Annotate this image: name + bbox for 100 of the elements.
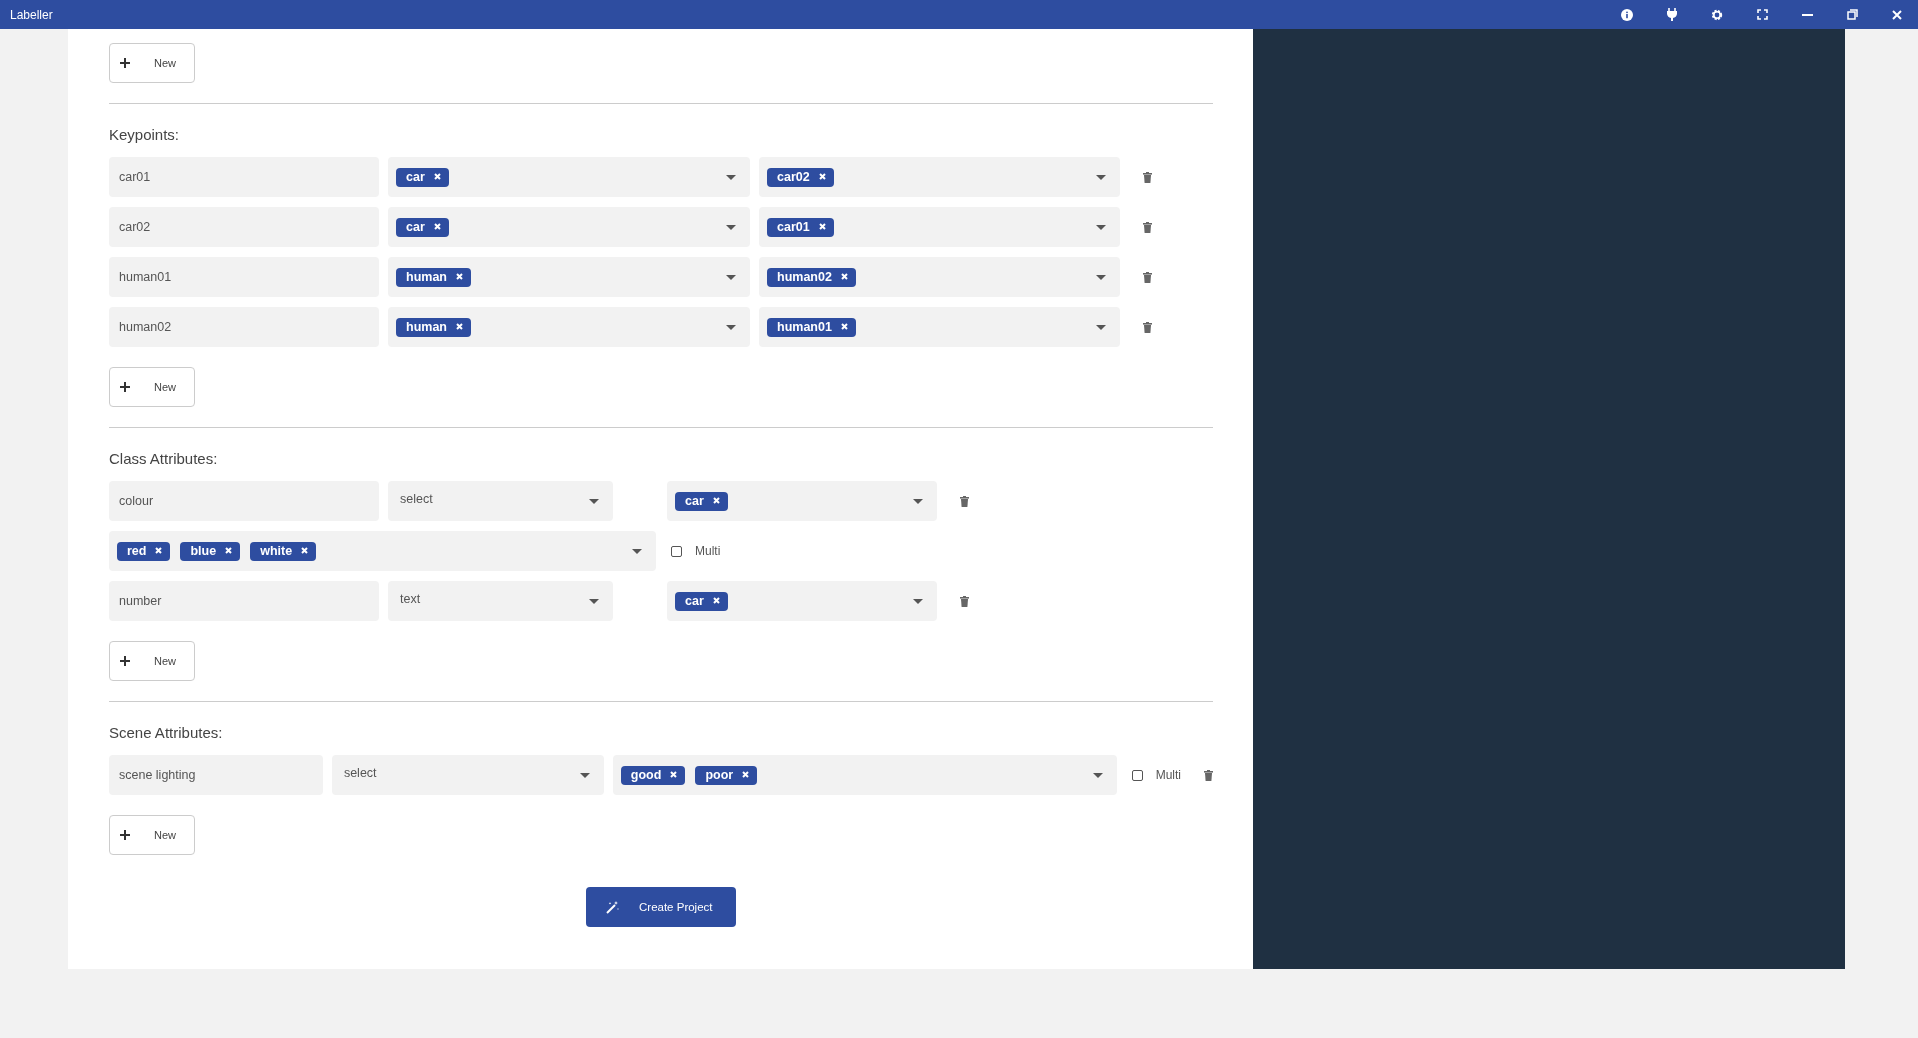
remove-icon[interactable] (712, 497, 720, 504)
attribute-name-field[interactable]: colour (109, 481, 379, 521)
multi-label: Multi (695, 544, 721, 558)
close-icon[interactable] (1892, 9, 1902, 20)
remove-icon[interactable] (670, 771, 678, 778)
trash-icon[interactable] (1143, 321, 1152, 333)
new-button[interactable]: New (109, 815, 195, 855)
restore-icon[interactable] (1847, 9, 1858, 20)
trash-icon[interactable] (960, 595, 969, 607)
link-dropdown[interactable]: car01 (759, 207, 1120, 247)
caret-icon (726, 324, 736, 330)
remove-icon[interactable] (456, 273, 463, 280)
caret-icon (589, 498, 599, 504)
type-dropdown[interactable]: select (388, 481, 613, 521)
keypoint-name-field[interactable]: car02 (109, 207, 379, 247)
remove-icon[interactable] (840, 273, 848, 280)
trash-icon[interactable] (1143, 221, 1152, 233)
new-button[interactable]: New (109, 641, 195, 681)
remove-icon[interactable] (155, 547, 163, 554)
remove-icon[interactable] (840, 323, 848, 330)
fullscreen-icon[interactable] (1757, 9, 1768, 20)
keypoint-name-field[interactable]: car01 (109, 157, 379, 197)
class-dropdown[interactable]: car (388, 157, 750, 197)
remove-icon[interactable] (742, 771, 750, 778)
option-tag: red (117, 541, 171, 561)
keypoint-tag: human02 (767, 267, 856, 287)
remove-icon[interactable] (818, 223, 826, 230)
plus-icon (120, 830, 130, 840)
class-dropdown[interactable]: car (667, 581, 937, 621)
class-dropdown[interactable]: human (388, 307, 750, 347)
keypoint-tag: car02 (767, 167, 834, 187)
type-dropdown[interactable]: select (331, 755, 604, 795)
keypoint-name-field[interactable]: human02 (109, 307, 379, 347)
multi-checkbox[interactable] (1131, 769, 1143, 781)
caret-icon (1092, 772, 1103, 778)
class-tag: car (675, 591, 728, 611)
link-dropdown[interactable]: car02 (759, 157, 1120, 197)
info-icon[interactable] (1621, 8, 1633, 21)
caret-icon (913, 598, 923, 604)
caret-icon (1096, 324, 1106, 330)
values-dropdown[interactable]: good poor (612, 755, 1117, 795)
caret-icon (1096, 224, 1106, 230)
remove-icon[interactable] (818, 173, 826, 180)
caret-icon (726, 274, 736, 280)
create-project-button[interactable]: Create Project (586, 887, 736, 927)
keypoint-name-field[interactable]: human01 (109, 257, 379, 297)
remove-icon[interactable] (433, 173, 441, 180)
keypoint-tag: human01 (767, 317, 856, 337)
caret-icon (589, 598, 599, 604)
remove-icon[interactable] (433, 223, 441, 230)
class-dropdown[interactable]: car (388, 207, 750, 247)
plus-icon (120, 382, 130, 392)
remove-icon[interactable] (456, 323, 463, 330)
value-tag: poor (695, 765, 758, 785)
class-dropdown[interactable]: car (667, 481, 937, 521)
minimize-icon[interactable] (1802, 13, 1813, 16)
class-tag: human (396, 317, 471, 337)
attribute-name-field[interactable]: scene lighting (109, 755, 323, 795)
class-dropdown[interactable]: human (388, 257, 750, 297)
section-heading: Class Attributes: (109, 450, 219, 467)
class-tag: car (396, 217, 449, 237)
remove-icon[interactable] (225, 547, 233, 554)
remove-icon[interactable] (301, 547, 309, 554)
section-heading: Scene Attributes: (109, 724, 224, 741)
caret-icon (913, 498, 923, 504)
link-dropdown[interactable]: human01 (759, 307, 1120, 347)
class-tag: human (396, 267, 471, 287)
window-title: Labeller (10, 7, 53, 22)
type-dropdown[interactable]: text (388, 581, 613, 621)
settings-icon[interactable] (1711, 8, 1723, 21)
type-value: text (399, 592, 421, 606)
options-dropdown[interactable]: red blue white (109, 531, 656, 571)
new-button[interactable]: New (109, 367, 195, 407)
caret-icon (632, 548, 642, 554)
magic-wand-icon (606, 900, 619, 914)
keypoint-tag: car01 (767, 217, 834, 237)
trash-icon[interactable] (1204, 769, 1213, 781)
trash-icon[interactable] (1143, 271, 1152, 283)
link-dropdown[interactable]: human02 (759, 257, 1120, 297)
attribute-name-field[interactable]: number (109, 581, 379, 621)
option-tag: white (250, 541, 317, 561)
class-tag: car (396, 167, 449, 187)
class-tag: car (675, 491, 728, 511)
new-button[interactable]: New (109, 43, 195, 83)
type-value: select (342, 766, 377, 780)
trash-icon[interactable] (960, 495, 969, 507)
value-tag: good (620, 765, 686, 785)
plus-icon (120, 656, 130, 666)
remove-icon[interactable] (712, 597, 720, 604)
section-heading: Keypoints: (109, 126, 181, 143)
multi-checkbox[interactable] (671, 545, 682, 557)
caret-icon (1096, 174, 1106, 180)
caret-icon (726, 174, 736, 180)
multi-label: Multi (1155, 768, 1181, 782)
caret-icon (579, 772, 590, 778)
caret-icon (1096, 274, 1106, 280)
option-tag: blue (180, 541, 241, 561)
type-value: select (399, 492, 433, 506)
plug-icon[interactable] (1667, 8, 1677, 21)
trash-icon[interactable] (1143, 171, 1152, 183)
